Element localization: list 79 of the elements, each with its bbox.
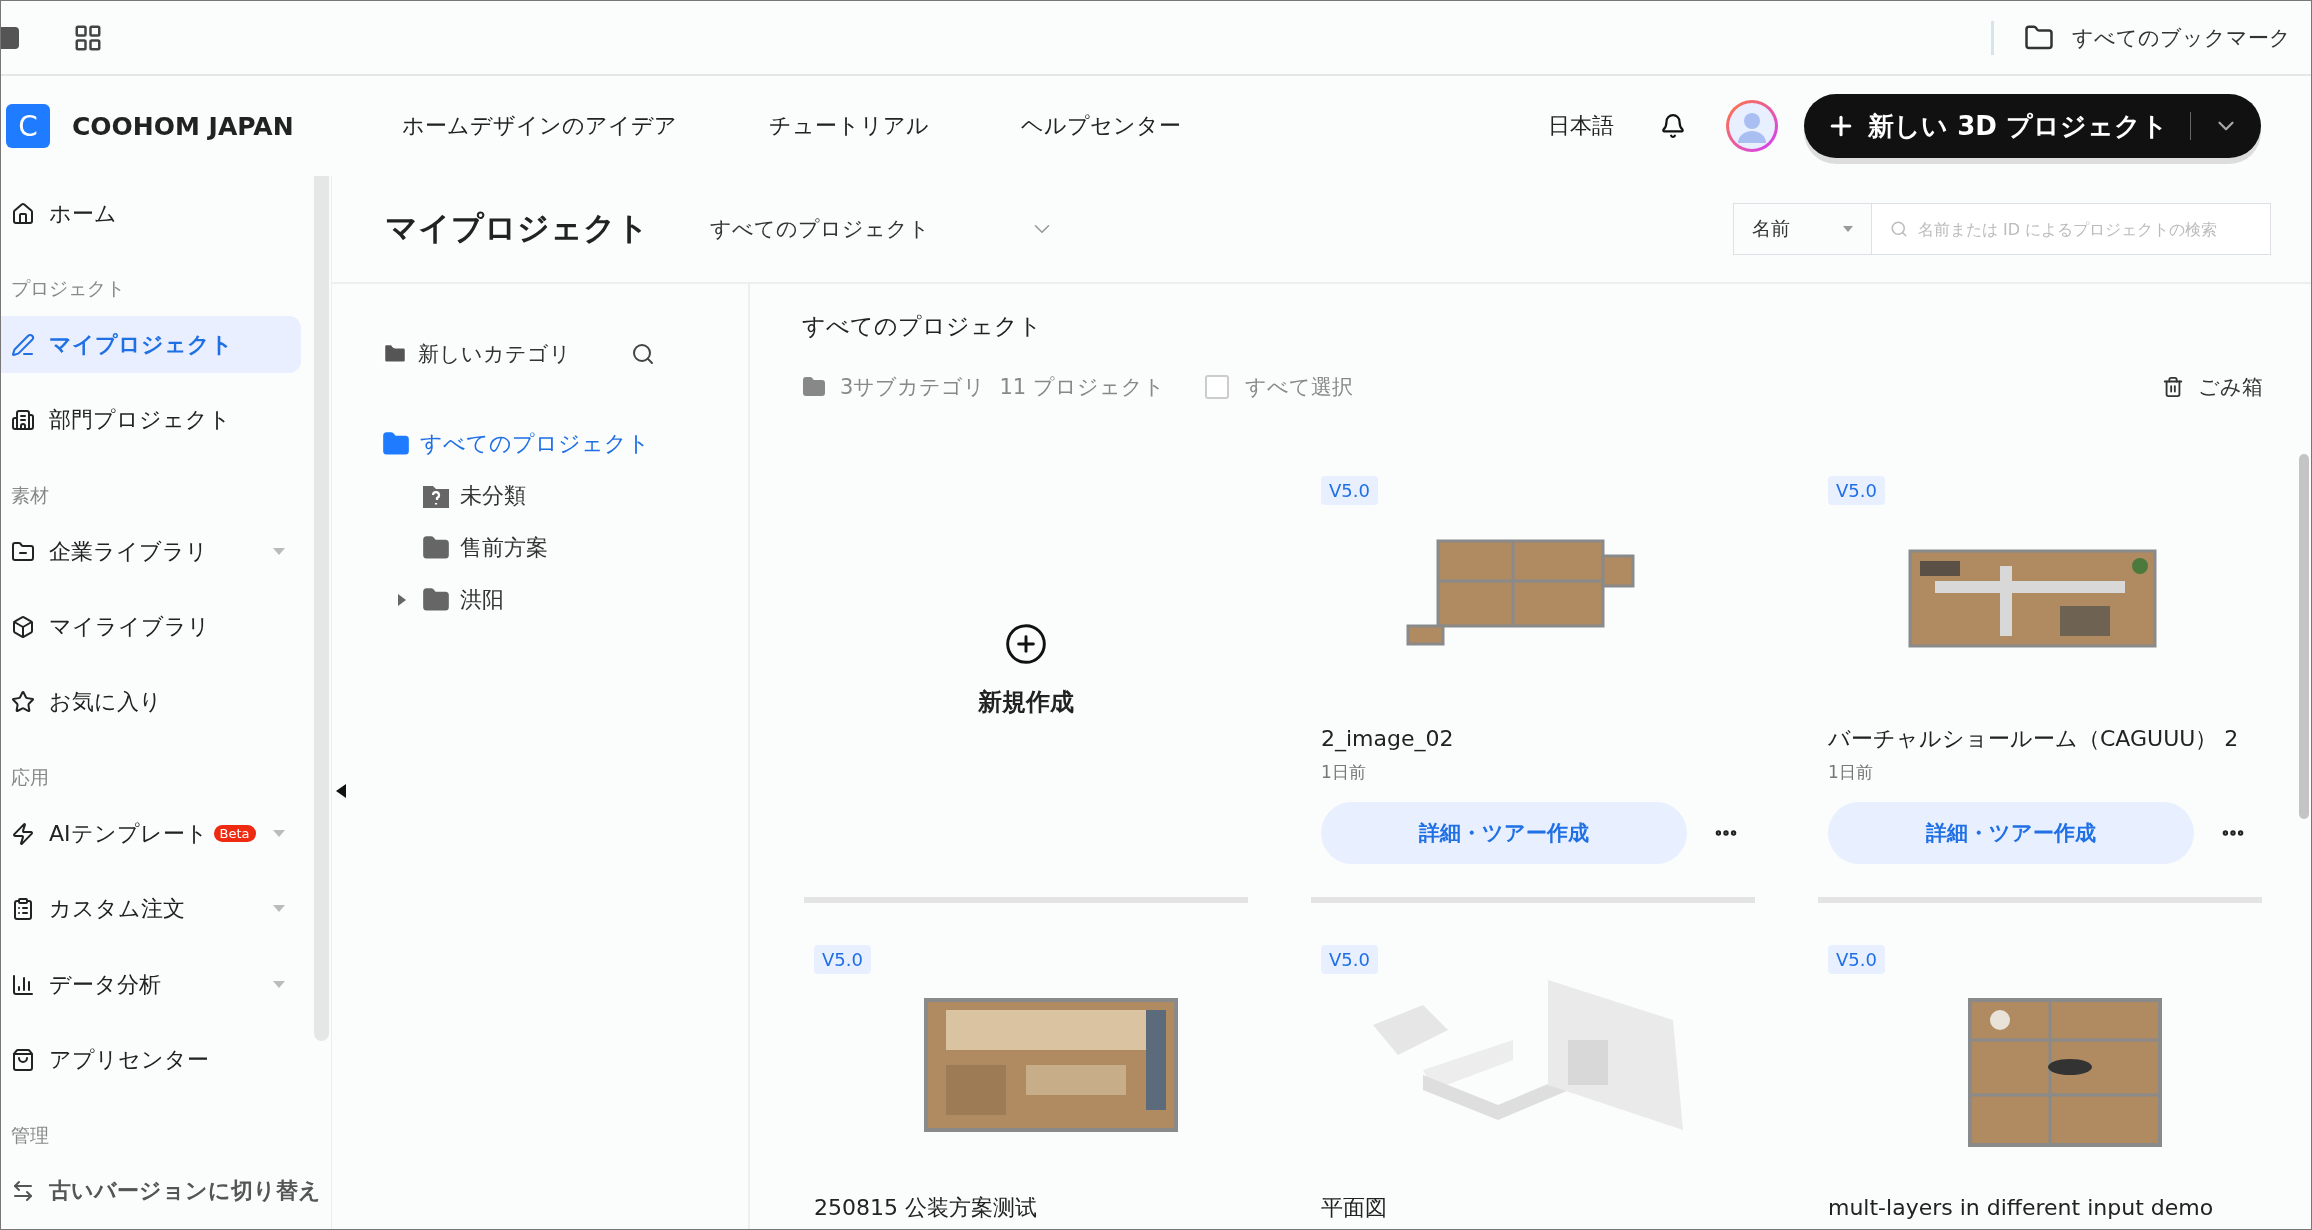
sidebar-item[interactable]: 企業ライブラリ — [1, 523, 301, 581]
beta-badge: Beta — [213, 825, 256, 843]
sidebar-item[interactable]: アプリセンター — [1, 1031, 301, 1089]
star-icon — [11, 690, 35, 715]
folder-icon — [382, 430, 410, 458]
version-badge: V5.0 — [1828, 476, 1885, 505]
folder-icon — [422, 586, 450, 614]
project-name: バーチャルショールーム（CAGUUU） 2 — [1828, 727, 2240, 752]
folder-icon — [11, 539, 35, 564]
sidebar-item[interactable]: マイプロジェクト — [1, 316, 301, 374]
project-time: 1日前 — [1828, 761, 1874, 785]
nav-link[interactable]: チュートリアル — [769, 111, 929, 141]
nav-link[interactable]: ヘルプセンター — [1021, 111, 1181, 141]
select-all-checkbox[interactable]: すべて選択 — [1204, 373, 1353, 401]
bag-icon — [11, 1048, 35, 1073]
subcategory-count: 3サブカテゴリ — [840, 374, 986, 401]
version-badge: V5.0 — [1321, 476, 1378, 505]
nav-link[interactable]: ホームデザインのアイデア — [402, 111, 677, 141]
section-heading: プロジェクト — [10, 276, 126, 302]
sidebar-item[interactable]: お気に入り — [1, 674, 301, 731]
tab-icon[interactable] — [1, 26, 19, 49]
bookmarks-button[interactable]: すべてのブックマーク — [1991, 20, 2291, 55]
folder-icon — [422, 534, 450, 562]
search-field[interactable]: 名前または ID によるプロジェクトの検索 — [1871, 203, 2271, 255]
avatar[interactable] — [1726, 100, 1779, 152]
search-icon — [1890, 220, 1908, 238]
tree-item[interactable]: 未分類 — [422, 470, 526, 522]
trash-button[interactable]: ごみ箱 — [2162, 373, 2263, 401]
project-name: mult-layers in different input demo — [1828, 1196, 2215, 1221]
page-title: マイプロジェクト — [385, 208, 650, 249]
trash-icon — [2162, 376, 2184, 398]
sidebar-item[interactable]: 部門プロジェクト — [1, 391, 301, 449]
brand-name: COOHOM JAPAN — [72, 111, 295, 141]
bar-chart-icon — [11, 972, 35, 997]
cube-icon — [11, 615, 35, 640]
clipboard-icon — [11, 897, 35, 922]
sidebar-item[interactable]: マイライブラリ — [1, 598, 301, 656]
project-filter-dropdown[interactable]: すべてのプロジェクト — [710, 215, 1055, 243]
folder-icon — [802, 375, 826, 399]
scrollbar[interactable] — [2299, 454, 2309, 819]
bookmarks-label: すべてのブックマーク — [2072, 24, 2291, 52]
tree-item[interactable]: 洪阳 — [422, 574, 504, 626]
unsorted-folder-icon — [422, 483, 450, 509]
bolt-icon — [11, 821, 35, 846]
logo[interactable]: C — [6, 104, 50, 148]
project-name: 2_image_02 — [1321, 727, 1455, 752]
house-icon — [11, 201, 35, 226]
pen-icon — [11, 332, 35, 357]
version-badge: V5.0 — [814, 945, 871, 974]
collapse-arrow-icon[interactable] — [336, 784, 346, 798]
detail-tour-button[interactable]: 詳細・ツアー作成 — [1828, 802, 2194, 865]
search-input[interactable]: 名前または ID によるプロジェクトの検索 — [1916, 218, 2260, 240]
caret-icon — [1843, 225, 1853, 233]
swap-icon — [11, 1179, 35, 1204]
switch-version-link[interactable]: 古いバージョンに切り替え — [1, 1162, 329, 1220]
version-badge: V5.0 — [1321, 945, 1378, 974]
building-icon — [11, 408, 35, 433]
expand-arrow-icon[interactable] — [397, 594, 407, 606]
sidebar-item[interactable]: AIテンプレート Beta — [1, 805, 301, 863]
project-time: 1日前 — [1321, 761, 1367, 785]
language-button[interactable]: 日本語 — [1542, 110, 1621, 142]
search-icon[interactable] — [631, 342, 655, 366]
project-name: 平面図 — [1321, 1196, 1388, 1221]
version-badge: V5.0 — [1828, 945, 1885, 974]
project-count: 11 プロジェクト — [999, 374, 1165, 401]
section-heading: 管理 — [10, 1122, 50, 1148]
sidebar-item[interactable]: データ分析 — [1, 956, 301, 1014]
project-name: 250815 公装方案测试 — [814, 1196, 1038, 1221]
section-title: すべてのプロジェクト — [802, 311, 1043, 341]
plus-circle-icon — [1004, 621, 1048, 666]
section-heading: 応用 — [10, 765, 50, 791]
tree-item[interactable]: すべてのプロジェクト — [382, 418, 748, 470]
new-category-button[interactable]: 新しいカテゴリ — [382, 340, 571, 368]
tree-item[interactable]: 售前方案 — [422, 522, 548, 574]
section-heading: 素材 — [10, 483, 50, 508]
bell-icon[interactable] — [1660, 113, 1687, 139]
sidebar-item[interactable]: ホーム — [1, 185, 301, 243]
sidebar-item[interactable]: カスタム注文 — [1, 880, 301, 938]
detail-tour-button[interactable]: 詳細・ツアー作成 — [1321, 802, 1687, 865]
